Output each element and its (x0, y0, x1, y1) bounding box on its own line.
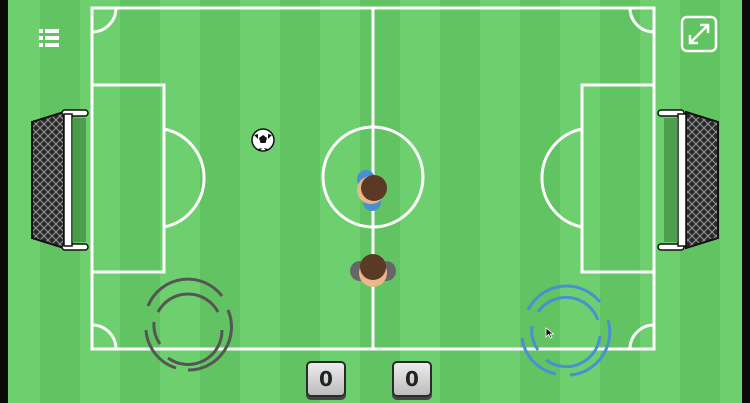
player-gray (350, 254, 396, 287)
right-penalty-arc (540, 127, 583, 229)
expand-diagonal-icon (680, 15, 718, 53)
corner-arc-top-left (91, 7, 118, 34)
corner-arc-top-right (628, 7, 655, 34)
left-joystick[interactable] (144, 277, 233, 372)
left-penalty-arc (163, 127, 206, 229)
right-penalty-area (580, 83, 656, 274)
left-goal (31, 109, 89, 251)
player-blue (357, 170, 387, 211)
left-team-score: 0 (306, 361, 346, 397)
right-joystick[interactable] (520, 284, 612, 377)
right-team-score: 0 (392, 361, 432, 397)
pitch (31, 6, 719, 377)
fullscreen-button[interactable] (680, 15, 718, 53)
corner-arc-bottom-left (91, 323, 118, 350)
menu-button[interactable] (37, 26, 63, 50)
list-icon (39, 29, 59, 47)
right-goal (657, 109, 719, 251)
ball (251, 128, 275, 152)
mouse-pointer-icon (545, 327, 555, 339)
corner-arc-bottom-right (628, 323, 655, 350)
game-stage[interactable]: 0 0 (0, 0, 750, 403)
left-penalty-area (90, 83, 166, 274)
